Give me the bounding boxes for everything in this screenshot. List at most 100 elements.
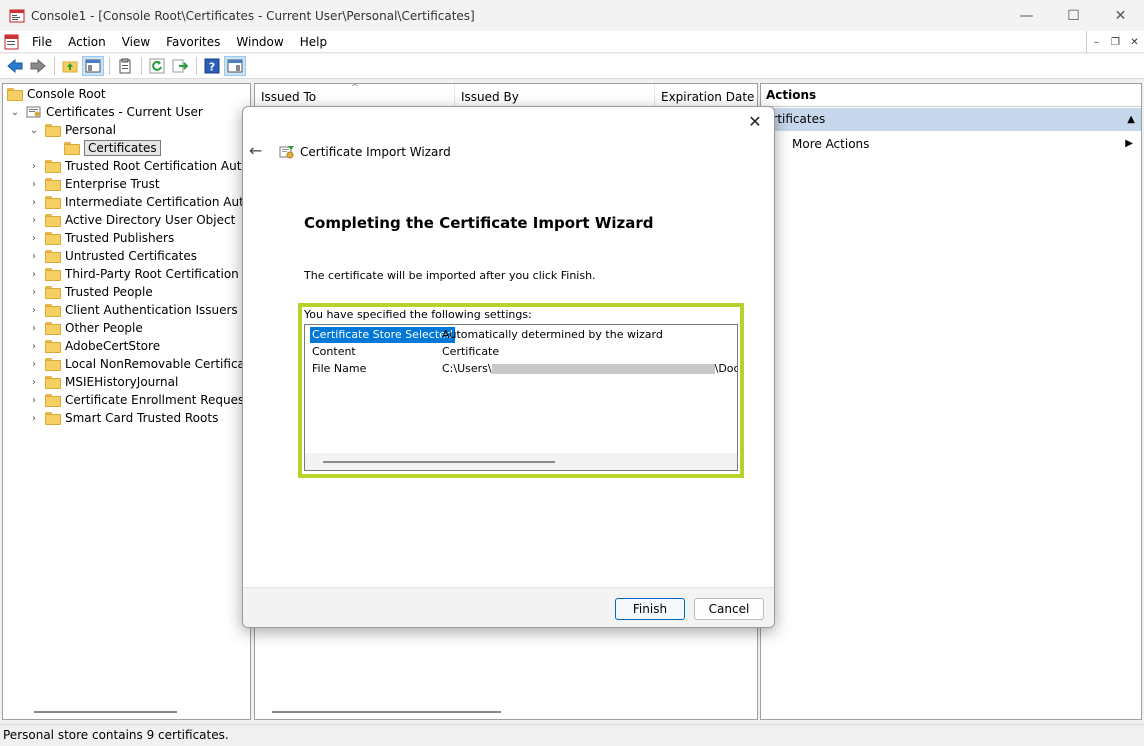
tree-item-store[interactable]: › Untrusted Certificates — [28, 247, 197, 265]
chevron-right-icon[interactable]: › — [28, 286, 40, 298]
folder-icon — [45, 231, 61, 245]
tree-item-store[interactable]: › Third-Party Root Certification Aut — [28, 265, 250, 283]
file-path-suffix: \Doc — [714, 362, 738, 375]
column-expiration-date[interactable]: Expiration Date — [655, 84, 757, 108]
chevron-right-icon[interactable]: › — [28, 214, 40, 226]
close-window-button[interactable]: ✕ — [1097, 0, 1144, 31]
actions-section-certificates[interactable]: ertificates ▲ — [761, 108, 1141, 131]
show-hide-action-pane-button[interactable] — [224, 56, 246, 76]
minimize-icon: — — [1019, 7, 1034, 24]
tree-item-store[interactable]: › Local NonRemovable Certificates — [28, 355, 250, 373]
settings-row-content[interactable]: Content Certificate — [305, 344, 737, 360]
help-button[interactable]: ? — [201, 56, 223, 76]
tree-item-store[interactable]: › Active Directory User Object — [28, 211, 235, 229]
chevron-right-icon[interactable]: › — [28, 196, 40, 208]
toolbar: ? — [0, 54, 1144, 79]
chevron-right-icon[interactable]: › — [28, 178, 40, 190]
tree-item-store[interactable]: › Intermediate Certification Authori — [28, 193, 250, 211]
settings-list[interactable]: Certificate Store Selected Automatically… — [304, 324, 738, 471]
tree-item-store[interactable]: › Smart Card Trusted Roots — [28, 409, 218, 427]
status-bar: Personal store contains 9 certificates. — [0, 724, 1144, 746]
tree-item-store[interactable]: › Trusted Publishers — [28, 229, 174, 247]
dialog-footer: Finish Cancel — [243, 587, 774, 627]
certificate-snapin-icon — [26, 105, 42, 119]
refresh-button[interactable] — [146, 56, 168, 76]
up-one-level-button[interactable] — [59, 56, 81, 76]
folder-icon — [45, 249, 61, 263]
menu-window[interactable]: Window — [228, 31, 291, 53]
list-horizontal-scrollbar[interactable] — [272, 711, 501, 713]
scrollbar-thumb[interactable] — [323, 461, 555, 463]
settings-horizontal-scrollbar[interactable] — [305, 453, 737, 470]
settings-row-store[interactable]: Certificate Store Selected Automatically… — [305, 327, 737, 343]
dialog-close-button[interactable]: ✕ — [745, 112, 765, 132]
minimize-button[interactable]: — — [1003, 0, 1050, 31]
collapse-up-icon[interactable]: ▲ — [1127, 108, 1135, 131]
tree-item-store[interactable]: › Client Authentication Issuers — [28, 301, 238, 319]
help-icon: ? — [204, 58, 220, 74]
tree-item-personal[interactable]: ⌄ Personal — [28, 121, 116, 139]
folder-icon — [45, 123, 61, 137]
wizard-title: Certificate Import Wizard — [300, 145, 451, 159]
tree-label: Trusted Root Certification Authori — [65, 159, 251, 173]
menu-favorites[interactable]: Favorites — [158, 31, 228, 53]
menu-file[interactable]: File — [24, 31, 60, 53]
tree-item-store[interactable]: › Other People — [28, 319, 143, 337]
tree-item-certificates-current-user[interactable]: ⌄ Certificates - Current User — [9, 103, 203, 121]
column-issued-to[interactable]: Issued To ^ — [255, 84, 455, 108]
show-hide-console-tree-button[interactable] — [82, 56, 104, 76]
chevron-right-icon[interactable]: › — [28, 340, 40, 352]
mdi-minimize-button[interactable]: – — [1087, 31, 1106, 53]
settings-value: Certificate — [442, 345, 500, 358]
properties-button[interactable] — [114, 56, 136, 76]
tree-item-store[interactable]: › AdobeCertStore — [28, 337, 160, 355]
chevron-down-icon[interactable]: ⌄ — [28, 124, 40, 136]
more-actions-item[interactable]: More Actions ▶ — [761, 132, 1141, 156]
forward-button[interactable] — [27, 56, 49, 76]
settings-row-filename[interactable]: File Name C:\Users\ \Doc — [305, 361, 737, 377]
menu-action[interactable]: Action — [60, 31, 114, 53]
chevron-right-icon[interactable]: › — [28, 322, 40, 334]
chevron-down-icon[interactable]: ⌄ — [9, 106, 21, 118]
wizard-back-button[interactable]: ← — [249, 141, 262, 160]
menu-view[interactable]: View — [114, 31, 158, 53]
tree-label: Other People — [65, 321, 143, 335]
tree-label: Untrusted Certificates — [65, 249, 197, 263]
tree-item-certificates[interactable]: Certificates — [64, 139, 161, 157]
chevron-right-icon[interactable]: › — [28, 232, 40, 244]
maximize-button[interactable]: ☐ — [1050, 0, 1097, 31]
tree-horizontal-scrollbar[interactable] — [34, 711, 177, 713]
close-icon: ✕ — [748, 112, 762, 131]
menu-help[interactable]: Help — [292, 31, 335, 53]
chevron-right-icon[interactable]: › — [28, 160, 40, 172]
tree-item-store[interactable]: › Trusted People — [28, 283, 153, 301]
mdi-close-button[interactable]: ✕ — [1125, 31, 1144, 53]
certificate-wizard-icon — [279, 144, 295, 160]
folder-icon — [45, 213, 61, 227]
finish-button[interactable]: Finish — [615, 598, 685, 620]
chevron-right-icon[interactable]: › — [28, 250, 40, 262]
chevron-right-icon[interactable]: › — [28, 376, 40, 388]
tree-label: AdobeCertStore — [65, 339, 161, 353]
column-label: Issued By — [461, 90, 519, 104]
column-issued-by[interactable]: Issued By — [455, 84, 655, 108]
mmc-document-icon[interactable] — [4, 34, 20, 50]
chevron-right-icon[interactable]: › — [28, 394, 40, 406]
tree-item-store[interactable]: › Certificate Enrollment Requests — [28, 391, 251, 409]
chevron-right-icon[interactable]: › — [28, 304, 40, 316]
tree-label: Certificate Enrollment Requests — [65, 393, 251, 407]
chevron-right-icon[interactable]: › — [28, 412, 40, 424]
cancel-button[interactable]: Cancel — [694, 598, 764, 620]
minimize-icon: – — [1094, 36, 1099, 48]
back-button[interactable] — [4, 56, 26, 76]
chevron-right-icon[interactable]: › — [28, 268, 40, 280]
tree-item-store[interactable]: › Enterprise Trust — [28, 175, 160, 193]
export-list-button[interactable] — [169, 56, 191, 76]
properties-icon — [119, 58, 131, 74]
tree-item-store[interactable]: › MSIEHistoryJournal — [28, 373, 178, 391]
tree-item-console-root[interactable]: Console Root — [7, 85, 106, 103]
menu-bar: File Action View Favorites Window Help –… — [0, 31, 1144, 53]
mdi-restore-button[interactable]: ❐ — [1106, 31, 1125, 53]
tree-item-store[interactable]: › Trusted Root Certification Authori — [28, 157, 251, 175]
chevron-right-icon[interactable]: › — [28, 358, 40, 370]
